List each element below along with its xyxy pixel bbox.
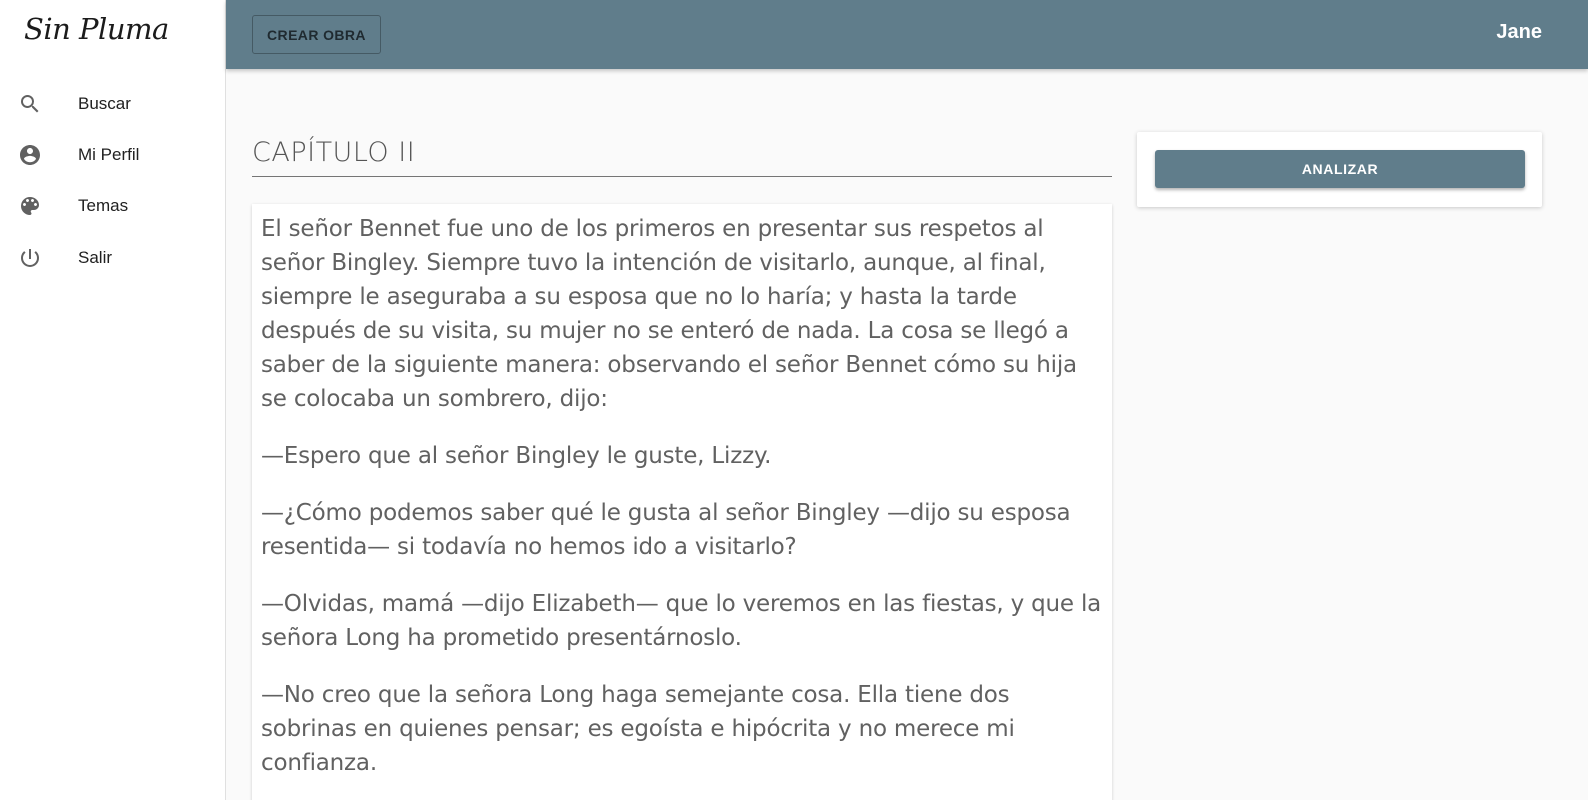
chapter-paragraph: —Olvidas, mamá —dijo Elizabeth— que lo v…	[261, 591, 1102, 651]
power-icon	[18, 246, 42, 270]
app-logo[interactable]: Sin Pluma	[24, 12, 169, 46]
search-icon	[18, 92, 42, 116]
chapter-text-card[interactable]: El señor Bennet fue uno de los primeros …	[252, 204, 1112, 800]
sidebar-item-label: Mi Perfil	[78, 145, 140, 164]
sidebar-item-label: Salir	[78, 248, 113, 267]
sidebar-item-salir[interactable]: Salir	[0, 234, 225, 282]
create-work-button[interactable]: CREAR OBRA	[252, 15, 381, 54]
sidebar-item-temas[interactable]: Temas	[0, 182, 225, 230]
chapter-paragraph: El señor Bennet fue uno de los primeros …	[261, 216, 1077, 412]
account-circle-icon	[18, 143, 42, 167]
analysis-card: ANALIZAR	[1137, 132, 1542, 207]
sidebar-item-label: Temas	[78, 196, 129, 215]
chapter-paragraph: —¿Cómo podemos saber qué le gusta al señ…	[261, 500, 1071, 560]
chapter-paragraph: —Espero que al señor Bingley le guste, L…	[261, 443, 772, 469]
sidebar-item-label: Buscar	[78, 94, 131, 113]
top-app-bar: CREAR OBRA Jane	[226, 0, 1588, 69]
sidebar-item-buscar[interactable]: Buscar	[0, 80, 225, 128]
palette-icon	[18, 194, 42, 218]
chapter-title: CAPÍTULO II	[252, 137, 1112, 177]
analyze-button[interactable]: ANALIZAR	[1155, 150, 1525, 188]
sidebar-item-mi-perfil[interactable]: Mi Perfil	[0, 131, 225, 179]
chapter-paragraph: —No creo que la señora Long haga semejan…	[261, 682, 1015, 776]
user-name[interactable]: Jane	[1496, 21, 1542, 44]
sidebar: Sin Pluma Buscar Mi Perfil Temas Salir	[0, 0, 226, 800]
